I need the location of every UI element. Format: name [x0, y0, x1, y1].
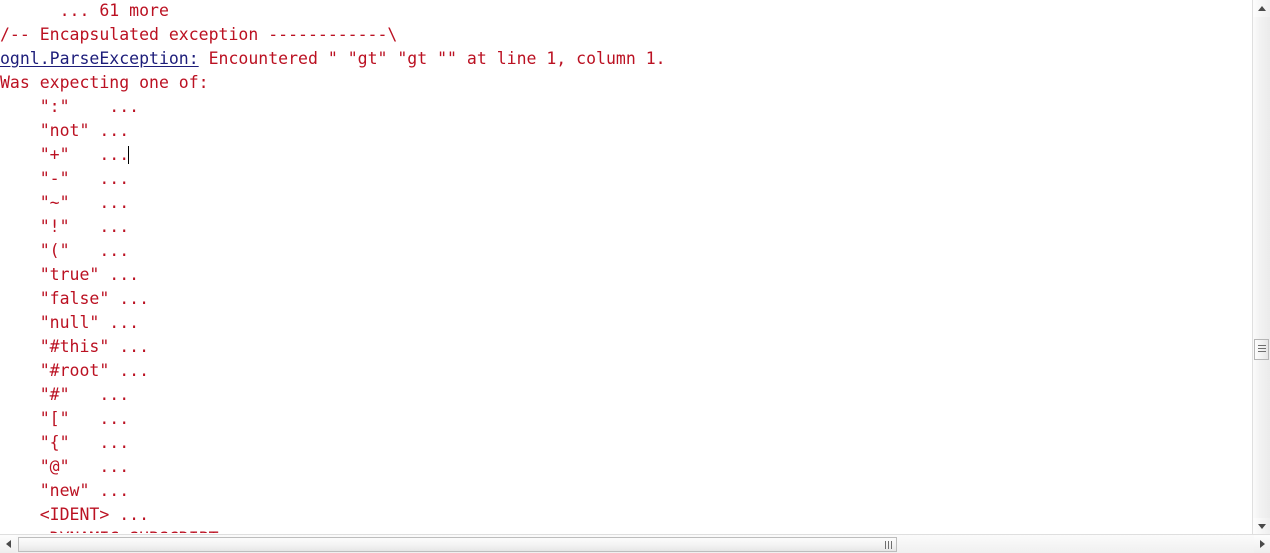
vertical-scrollbar-track[interactable]: [1253, 17, 1270, 518]
console-line-text: "!" ...: [0, 217, 130, 236]
console-line-token-not: "not" ...: [0, 119, 1252, 143]
console-line-token-new: "new" ...: [0, 479, 1252, 503]
console-line-token-root: "#root" ...: [0, 359, 1252, 383]
console-line-text: "null" ...: [0, 313, 140, 332]
console-line-token-lbrace: "{" ...: [0, 431, 1252, 455]
console-window: ... 61 more /-- Encapsulated exception --…: [0, 0, 1270, 553]
console-line-token-minus: "-" ...: [0, 167, 1252, 191]
scroll-left-button[interactable]: [0, 535, 16, 553]
console-line-text: "#this" ...: [0, 337, 150, 356]
grip-icon: [885, 540, 894, 549]
console-line-exception-header: ognl.ParseException: Encountered " "gt" …: [0, 47, 1252, 71]
console-line-token-tilde: "~" ...: [0, 191, 1252, 215]
console-line-text: "+" ...: [0, 145, 130, 164]
console-line-token-true: "true" ...: [0, 263, 1252, 287]
console-line-token-bang: "!" ...: [0, 215, 1252, 239]
console-line-text: "(" ...: [0, 241, 130, 260]
console-line-token-lbracket: "[" ...: [0, 407, 1252, 431]
stack-trace-text[interactable]: ... 61 more /-- Encapsulated exception --…: [0, 0, 1252, 533]
console-line-text: "#root" ...: [0, 361, 150, 380]
console-line-text: "new" ...: [0, 481, 130, 500]
arrow-up-icon: [1257, 6, 1266, 11]
console-line-token-plus: "+" ...: [0, 143, 1252, 167]
vertical-scrollbar-thumb[interactable]: [1254, 339, 1269, 360]
console-line-token-false: "false" ...: [0, 287, 1252, 311]
console-line-text: /-- Encapsulated exception ------------\: [0, 25, 398, 44]
console-line-text: "true" ...: [0, 265, 140, 284]
console-line-text: <IDENT> ...: [0, 505, 150, 524]
console-line-encapsulated-banner: /-- Encapsulated exception ------------\: [0, 23, 1252, 47]
console-line-token-hash: "#" ...: [0, 383, 1252, 407]
arrow-left-icon: [5, 540, 11, 548]
exception-class-link[interactable]: ognl.ParseException:: [0, 49, 199, 68]
vertical-scrollbar[interactable]: [1252, 0, 1270, 535]
console-line-text: "false" ...: [0, 289, 150, 308]
console-line-text: Was expecting one of:: [0, 73, 209, 92]
console-line-token-colon: ":" ...: [0, 95, 1252, 119]
console-line-token-at: "@" ...: [0, 455, 1252, 479]
console-line-token-dynamic-subscript: <DYNAMIC_SUBSCRIPT>: [0, 527, 1252, 533]
horizontal-scrollbar-thumb[interactable]: [18, 537, 897, 552]
console-line-text: ":" ...: [0, 97, 140, 116]
scroll-up-button[interactable]: [1253, 0, 1270, 17]
arrow-down-icon: [1257, 524, 1266, 529]
console-line-token-lparen: "(" ...: [0, 239, 1252, 263]
console-line-token-this: "#this" ...: [0, 335, 1252, 359]
console-line-was-expecting: Was expecting one of:: [0, 71, 1252, 95]
console-line-text: "#" ...: [0, 385, 130, 404]
console-line-text: <DYNAMIC_SUBSCRIPT>: [0, 529, 229, 533]
scroll-down-button[interactable]: [1253, 518, 1270, 535]
text-cursor: [128, 146, 130, 164]
console-line-token-ident: <IDENT> ...: [0, 503, 1252, 527]
console-line-text: "[" ...: [0, 409, 130, 428]
console-line-text: "not" ...: [0, 121, 130, 140]
console-line-more-frames: ... 61 more: [0, 0, 1252, 23]
scroll-right-button[interactable]: [1254, 535, 1270, 553]
arrow-right-icon: [1259, 540, 1265, 548]
console-line-text: ... 61 more: [0, 1, 169, 20]
console-line-text: "{" ...: [0, 433, 130, 452]
horizontal-scrollbar[interactable]: [0, 534, 1270, 553]
console-line-token-null: "null" ...: [0, 311, 1252, 335]
exception-message-text: Encountered " "gt" "gt "" at line 1, col…: [198, 49, 666, 68]
console-line-text: "~" ...: [0, 193, 130, 212]
console-line-text: "-" ...: [0, 169, 130, 188]
grip-icon: [1257, 345, 1266, 354]
stack-trace-console[interactable]: ... 61 more /-- Encapsulated exception --…: [0, 0, 1252, 533]
console-line-text: "@" ...: [0, 457, 130, 476]
